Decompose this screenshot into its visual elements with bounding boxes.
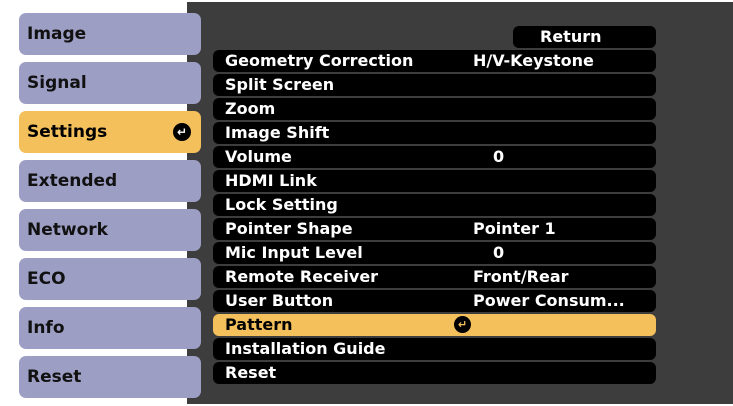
tab-image[interactable]: Image (19, 13, 201, 55)
projector-osd: Image Signal Settings ↵ Extended Network… (0, 0, 733, 406)
enter-icon: ↵ (173, 123, 191, 141)
menu-item-installation-guide[interactable]: Installation Guide (213, 338, 656, 360)
return-button[interactable]: Return (513, 26, 656, 48)
menu-item-remote-receiver[interactable]: Remote Receiver Front/Rear (213, 266, 656, 288)
menu-item-hdmi-link[interactable]: HDMI Link (213, 170, 656, 192)
menu-item-label: Mic Input Level (225, 243, 363, 262)
menu-item-value: 0 (493, 243, 505, 262)
menu-item-volume[interactable]: Volume 0 (213, 146, 656, 168)
menu-item-label: HDMI Link (225, 171, 317, 190)
menu-item-label: Volume (225, 147, 292, 166)
tab-extended[interactable]: Extended (19, 160, 201, 202)
menu-item-label: Geometry Correction (225, 51, 414, 70)
tab-label: Extended (27, 171, 118, 191)
menu-item-mic-input-level[interactable]: Mic Input Level 0 (213, 242, 656, 264)
menu-item-zoom[interactable]: Zoom (213, 98, 656, 120)
menu-item-reset[interactable]: Reset (213, 362, 656, 384)
menu-item-value: Power Consum... (473, 291, 625, 310)
menu-item-pattern[interactable]: Pattern ↵ (213, 314, 656, 336)
menu-item-pointer-shape[interactable]: Pointer Shape Pointer 1 (213, 218, 656, 240)
return-label: Return (540, 27, 602, 46)
menu-item-label: Zoom (225, 99, 276, 118)
menu-item-label: Pattern (225, 315, 293, 334)
menu-item-value: H/V-Keystone (473, 51, 594, 70)
tab-label: Signal (27, 73, 87, 93)
menu-item-geometry-correction[interactable]: Geometry Correction H/V-Keystone (213, 50, 656, 72)
tab-settings[interactable]: Settings ↵ (19, 111, 201, 153)
menu-item-label: User Button (225, 291, 334, 310)
menu-item-label: Reset (225, 363, 277, 382)
tab-label: Network (27, 220, 108, 240)
menu-item-value: 0 (493, 147, 505, 166)
tab-label: Reset (27, 367, 82, 387)
menu-item-lock-setting[interactable]: Lock Setting (213, 194, 656, 216)
menu-item-value: Front/Rear (473, 267, 569, 286)
menu-item-label: Pointer Shape (225, 219, 353, 238)
menu-item-value: Pointer 1 (473, 219, 556, 238)
tab-label: Info (27, 318, 65, 338)
tab-label: ECO (27, 269, 66, 289)
tab-reset[interactable]: Reset (19, 356, 201, 398)
menu-item-label: Split Screen (225, 75, 335, 94)
menu-item-label: Remote Receiver (225, 267, 379, 286)
menu-item-label: Image Shift (225, 123, 330, 142)
tab-signal[interactable]: Signal (19, 62, 201, 104)
tab-network[interactable]: Network (19, 209, 201, 251)
menu-item-user-button[interactable]: User Button Power Consum... (213, 290, 656, 312)
tab-label: Settings (27, 122, 108, 142)
tab-eco[interactable]: ECO (19, 258, 201, 300)
menu-item-split-screen[interactable]: Split Screen (213, 74, 656, 96)
tab-label: Image (27, 24, 87, 44)
menu-item-label: Installation Guide (225, 339, 386, 358)
enter-icon: ↵ (454, 316, 471, 333)
menu-item-label: Lock Setting (225, 195, 338, 214)
tab-info[interactable]: Info (19, 307, 201, 349)
menu-item-image-shift[interactable]: Image Shift (213, 122, 656, 144)
